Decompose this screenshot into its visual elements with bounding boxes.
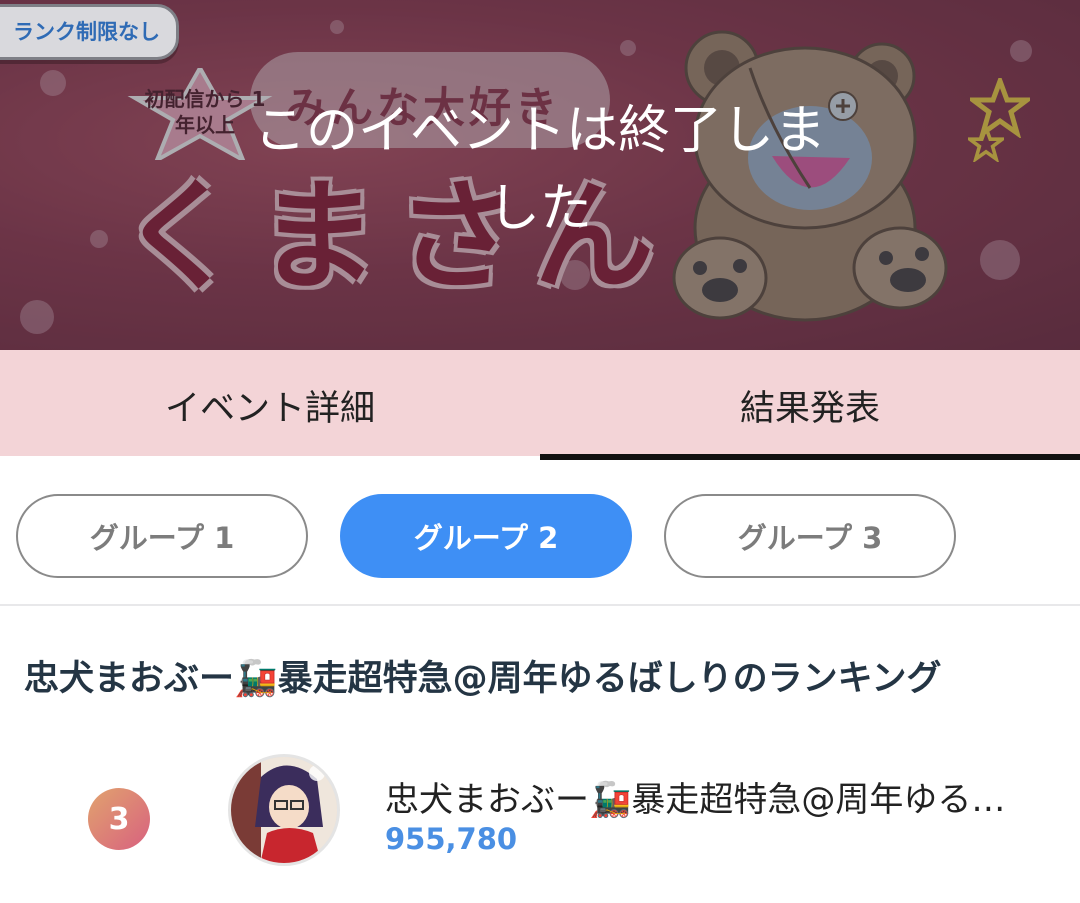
group-2-button[interactable]: グループ 2 — [340, 494, 632, 578]
event-ended-message: このイベントは終了しました — [253, 101, 826, 239]
group-3-button[interactable]: グループ 3 — [664, 494, 956, 578]
event-tabs: イベント詳細 結果発表 — [0, 350, 1080, 460]
ranking-heading: 忠犬まおぶー🚂暴走超特急@周年ゆるばしりのランキング — [24, 659, 942, 699]
streamer-name: 忠犬まおぶー🚂暴走超特急@周年ゆるばしり — [385, 780, 1015, 820]
tab-label: 結果発表 — [739, 388, 880, 429]
group-selector: グループ 1 グループ 2 グループ 3 — [0, 460, 1080, 606]
rank-restriction-tag: ランク制限なし — [0, 4, 179, 60]
ranking-row[interactable]: 3 忠犬まおぶー🚂暴走超特急@周年ゆるばしり 955,780 — [0, 750, 1080, 880]
group-1-button[interactable]: グループ 1 — [16, 494, 308, 578]
tab-label: イベント詳細 — [164, 388, 375, 429]
avatar-image — [231, 757, 337, 863]
tab-results[interactable]: 結果発表 — [540, 350, 1080, 460]
rank-badge: 3 — [88, 788, 150, 850]
score-value: 955,780 — [385, 822, 518, 856]
tab-event-details[interactable]: イベント詳細 — [0, 350, 540, 460]
avatar[interactable] — [228, 754, 340, 866]
